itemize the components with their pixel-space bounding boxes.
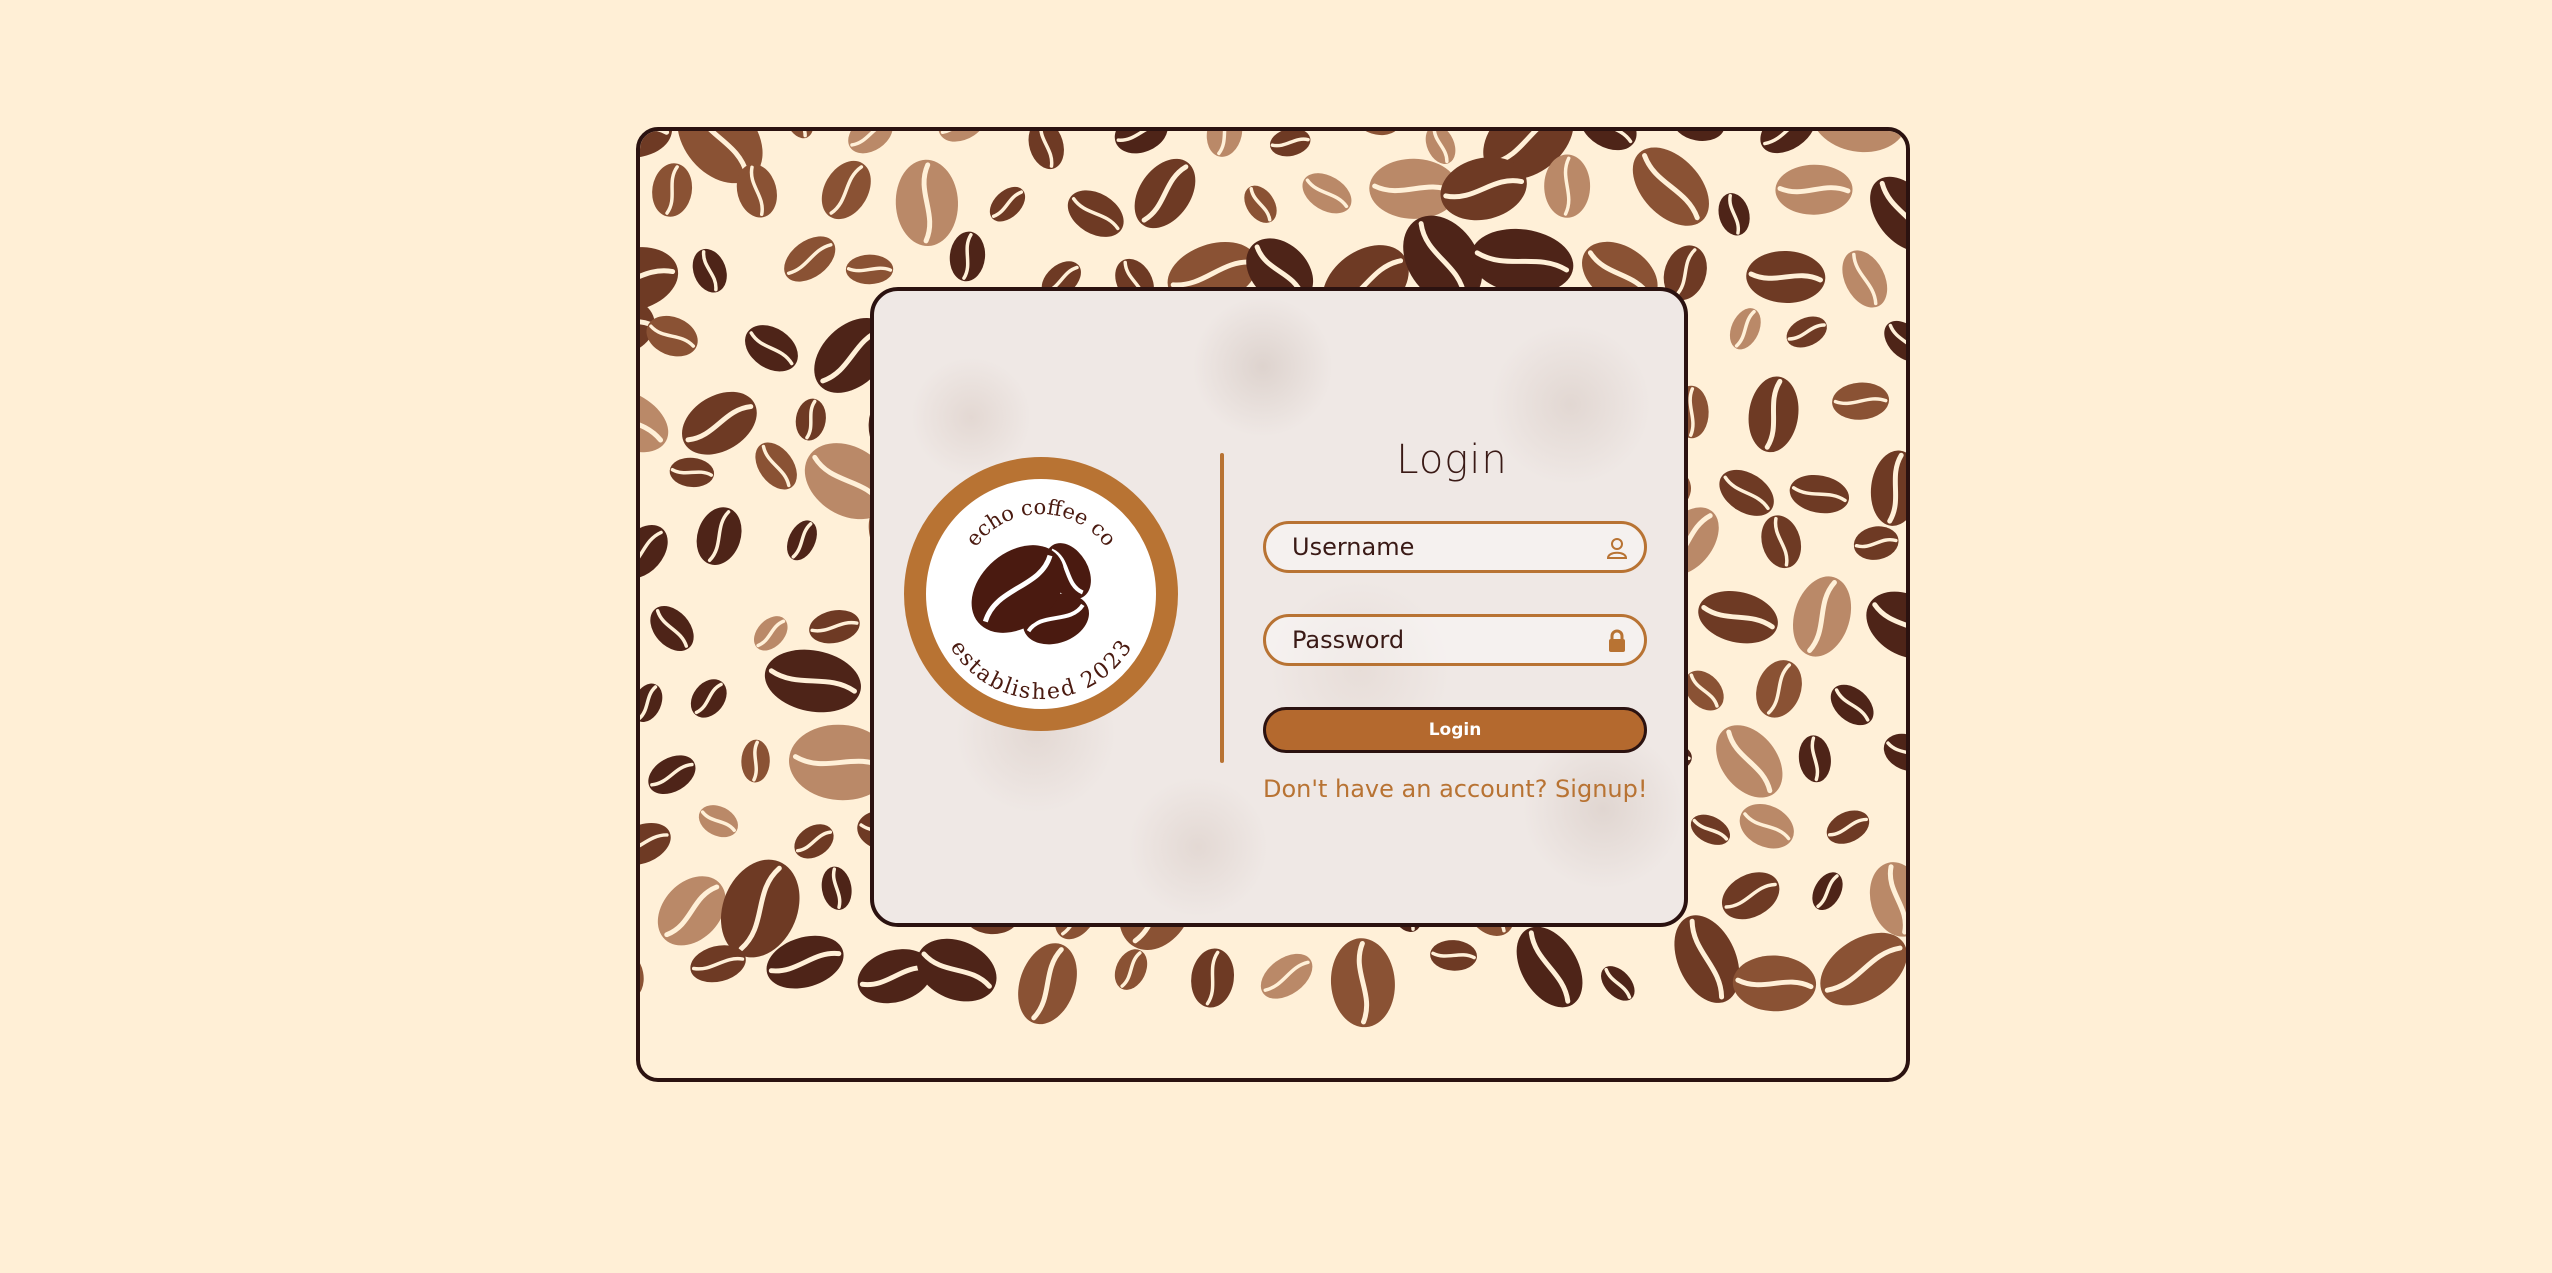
login-title: Login [1396,437,1508,483]
login-button[interactable]: Login [1263,707,1647,753]
user-icon [1606,538,1628,559]
login-card: echo coffee co established 2023 Login Lo… [870,287,1688,927]
username-input[interactable] [1292,524,1592,570]
username-field[interactable] [1263,521,1647,573]
background-frame: echo coffee co established 2023 Login Lo… [636,127,1910,1082]
password-field[interactable] [1263,614,1647,666]
password-input[interactable] [1292,617,1592,663]
lock-icon [1609,629,1625,652]
vertical-divider [1220,453,1224,763]
signup-link[interactable]: Don't have an account? Signup! [1263,775,1647,803]
brand-logo: echo coffee co established 2023 [904,457,1178,731]
